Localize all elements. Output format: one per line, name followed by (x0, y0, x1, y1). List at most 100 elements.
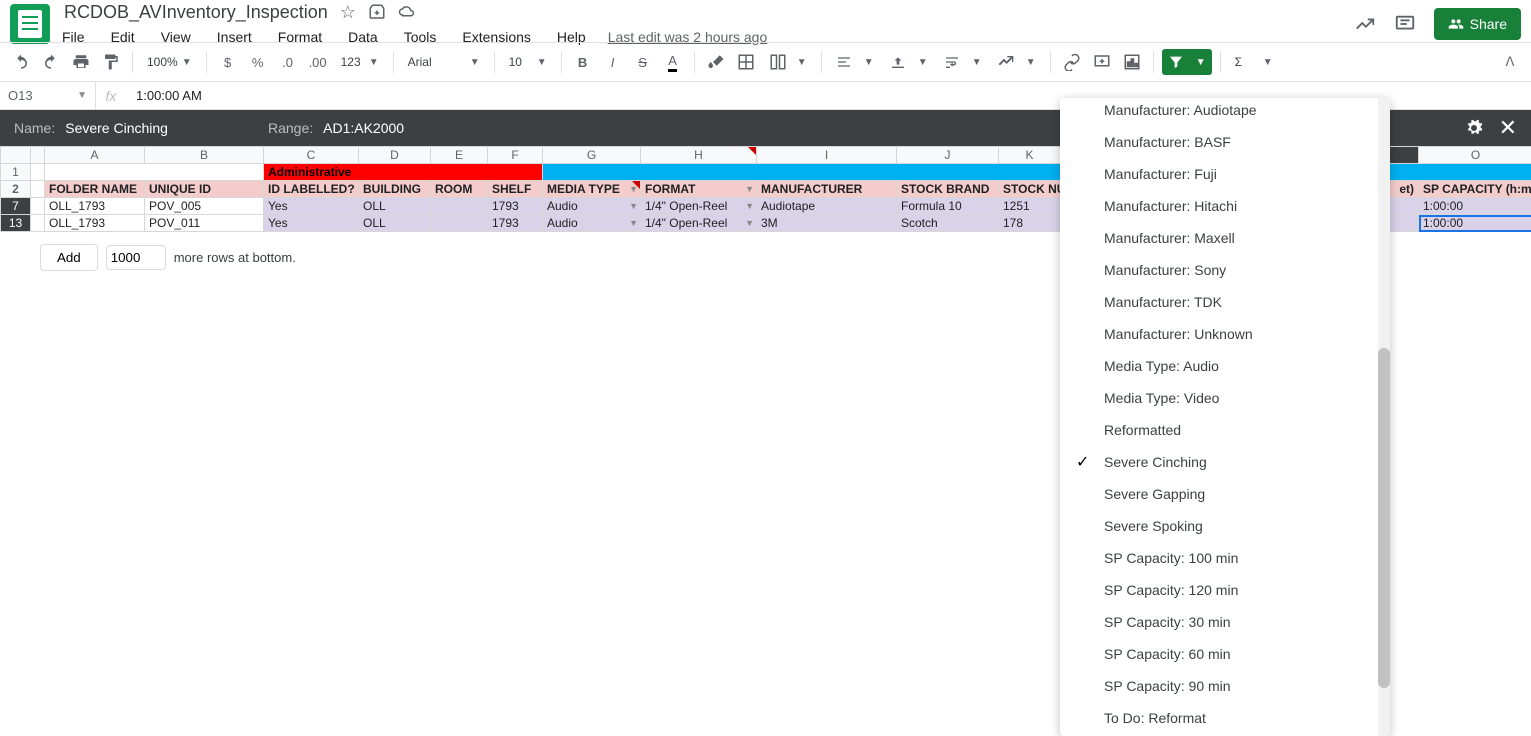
cell-H13[interactable]: 1/4" Open-Reel▼ (641, 215, 757, 232)
filter-dropdown-panel[interactable]: Manufacturer: AudiotapeManufacturer: BAS… (1060, 98, 1390, 736)
dropdown-scrollbar-thumb[interactable] (1378, 348, 1390, 688)
col-B[interactable]: B (145, 147, 264, 164)
cell-C1-admin[interactable]: Administrative (264, 164, 543, 181)
cell-reference-input[interactable]: O13▼ (0, 82, 96, 109)
cell-D13[interactable]: OLL (359, 215, 431, 232)
hdr-sp-capacity[interactable]: SP CAPACITY (h:m: (1419, 181, 1531, 198)
cell-H7[interactable]: 1/4" Open-Reel▼ (641, 198, 757, 215)
font-dropdown[interactable]: Arial▼ (402, 49, 486, 75)
dropdown-item[interactable]: Media Type: Video (1060, 382, 1390, 414)
cell-F13[interactable]: 1793 (488, 215, 543, 232)
text-color-button[interactable]: A (660, 49, 686, 75)
cloud-icon[interactable] (398, 3, 416, 21)
dropdown-item[interactable]: Manufacturer: Audiotape (1060, 98, 1390, 126)
close-icon[interactable]: ✕ (1499, 115, 1517, 141)
italic-button[interactable]: I (600, 49, 626, 75)
col-F[interactable]: F (488, 147, 543, 164)
strikethrough-button[interactable]: S (630, 49, 656, 75)
col-E[interactable]: E (431, 147, 488, 164)
collapse-toolbar-button[interactable]: ᐱ (1497, 49, 1523, 75)
increase-decimal-button[interactable]: .00 (305, 49, 331, 75)
comment-icon[interactable] (1394, 13, 1416, 35)
dropdown-item[interactable]: Manufacturer: Maxell (1060, 222, 1390, 254)
filter-name-value[interactable]: Severe Cinching (65, 120, 168, 136)
dropdown-item[interactable]: Severe Gapping (1060, 478, 1390, 510)
row-2-num[interactable]: 2 (1, 181, 31, 198)
cell-B7[interactable]: POV_005 (145, 198, 264, 215)
hdr-unique-id[interactable]: UNIQUE ID (145, 181, 264, 198)
col-J[interactable]: J (897, 147, 999, 164)
functions-button[interactable]: Σ▼ (1229, 49, 1279, 75)
undo-button[interactable] (8, 49, 34, 75)
col-C[interactable]: C (264, 147, 359, 164)
move-icon[interactable] (368, 3, 386, 21)
cell-A7[interactable]: OLL_1793 (45, 198, 145, 215)
zoom-dropdown[interactable]: 100%▼ (141, 49, 198, 75)
bold-button[interactable]: B (570, 49, 596, 75)
cell-C13[interactable]: Yes (264, 215, 359, 232)
cell-K7[interactable]: 1251 (999, 198, 1061, 215)
add-rows-button[interactable]: Add (40, 244, 98, 271)
formula-input[interactable]: 1:00:00 AM (126, 88, 202, 103)
cell-D7[interactable]: OLL (359, 198, 431, 215)
dropdown-item[interactable]: Manufacturer: Sony (1060, 254, 1390, 286)
hdr-shelf[interactable]: SHELF (488, 181, 543, 198)
add-rows-count-input[interactable] (106, 245, 166, 270)
dropdown-item[interactable]: Severe Cinching (1060, 446, 1390, 478)
col-A[interactable]: A (45, 147, 145, 164)
row-1-num[interactable]: 1 (1, 164, 31, 181)
cell-I13[interactable]: 3M (757, 215, 897, 232)
cell-I7[interactable]: Audiotape (757, 198, 897, 215)
paint-format-button[interactable] (98, 49, 124, 75)
gear-icon[interactable] (1465, 119, 1483, 137)
link-button[interactable] (1059, 49, 1085, 75)
hdr-stock-num[interactable]: STOCK NU (999, 181, 1061, 198)
dropdown-item[interactable]: Manufacturer: BASF (1060, 126, 1390, 158)
more-formats-dropdown[interactable]: 123▼ (335, 49, 385, 75)
font-size-dropdown[interactable]: 10▼ (503, 49, 553, 75)
col-I[interactable]: I (757, 147, 897, 164)
comment-add-button[interactable] (1089, 49, 1115, 75)
hdr-room[interactable]: ROOM (431, 181, 488, 198)
sheets-logo[interactable] (10, 4, 50, 44)
cell-E13[interactable] (431, 215, 488, 232)
borders-button[interactable] (733, 49, 759, 75)
dropdown-item[interactable]: Manufacturer: TDK (1060, 286, 1390, 318)
cell-C7[interactable]: Yes (264, 198, 359, 215)
star-icon[interactable]: ☆ (340, 2, 356, 23)
col-D[interactable]: D (359, 147, 431, 164)
print-button[interactable] (68, 49, 94, 75)
fill-color-button[interactable] (703, 49, 729, 75)
cell-F7[interactable]: 1793 (488, 198, 543, 215)
redo-button[interactable] (38, 49, 64, 75)
row-13-num[interactable]: 13 (1, 215, 31, 232)
filter-range-value[interactable]: AD1:AK2000 (323, 120, 404, 136)
row-7-num[interactable]: 7 (1, 198, 31, 215)
col-G[interactable]: G (543, 147, 641, 164)
document-title[interactable]: RCDOB_AVInventory_Inspection (58, 0, 334, 25)
col-O[interactable]: O (1419, 147, 1531, 164)
currency-button[interactable]: $ (215, 49, 241, 75)
chart-button[interactable] (1119, 49, 1145, 75)
dropdown-item[interactable]: Manufacturer: Hitachi (1060, 190, 1390, 222)
percent-button[interactable]: % (245, 49, 271, 75)
cell-K13[interactable]: 178 (999, 215, 1061, 232)
col-H[interactable]: H (641, 147, 757, 164)
dropdown-item[interactable]: Severe Spoking (1060, 510, 1390, 542)
dropdown-item[interactable]: Reformatted (1060, 414, 1390, 446)
hdr-media-type[interactable]: MEDIA TYPE▼ (543, 181, 641, 198)
valign-button[interactable]: ▼ (884, 49, 934, 75)
cell-O7[interactable]: 1:00:00 (1419, 198, 1531, 215)
wrap-button[interactable]: ▼ (938, 49, 988, 75)
dropdown-item[interactable]: SP Capacity: 60 min (1060, 638, 1390, 670)
select-all-cell[interactable] (1, 147, 31, 164)
cell-E7[interactable] (431, 198, 488, 215)
share-button[interactable]: Share (1434, 8, 1521, 40)
dropdown-item[interactable]: SP Capacity: 100 min (1060, 542, 1390, 574)
dropdown-item[interactable]: Manufacturer: Unknown (1060, 318, 1390, 350)
halign-button[interactable]: ▼ (830, 49, 880, 75)
hdr-format[interactable]: FORMAT▼ (641, 181, 757, 198)
hdr-stock-brand[interactable]: STOCK BRAND (897, 181, 999, 198)
hdr-manufacturer[interactable]: MANUFACTURER (757, 181, 897, 198)
dropdown-item[interactable]: SP Capacity: 30 min (1060, 606, 1390, 638)
